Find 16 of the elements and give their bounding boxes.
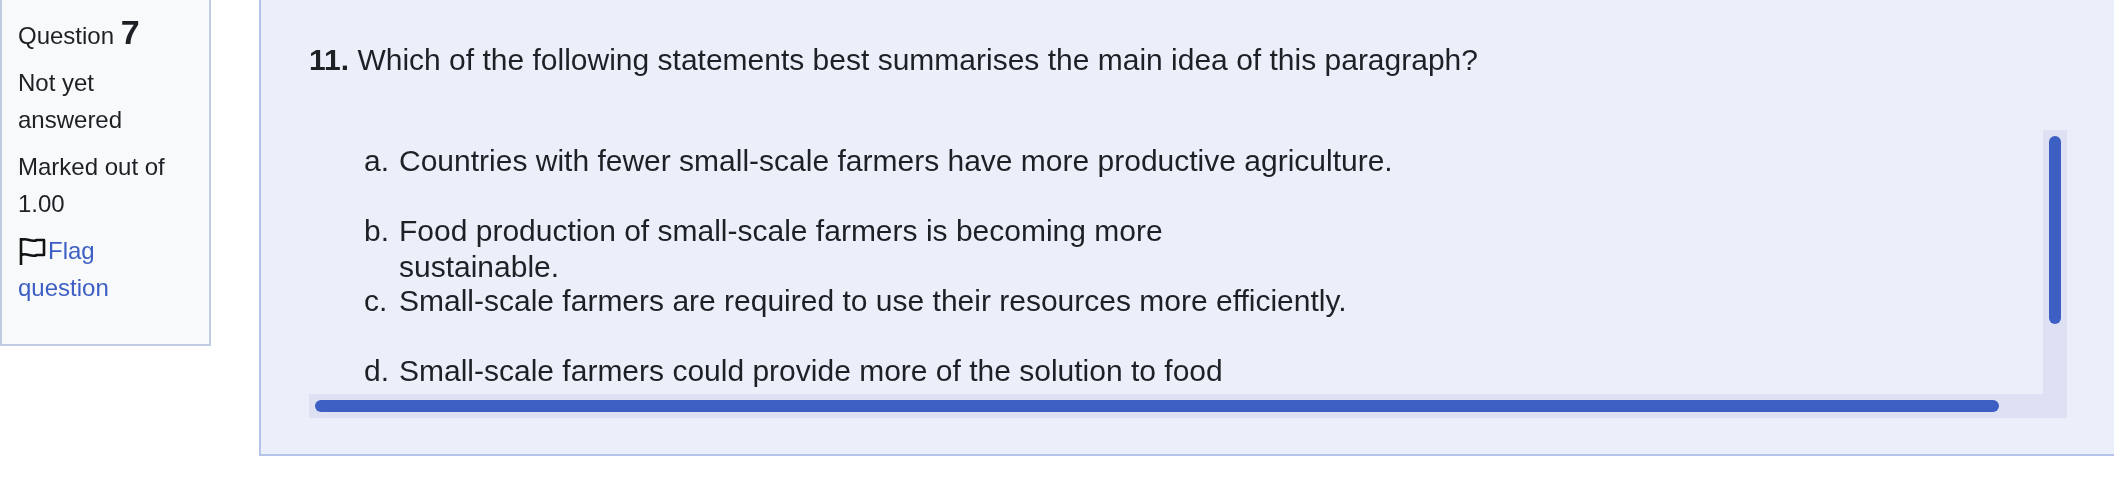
horizontal-scrollbar[interactable] xyxy=(309,394,2043,418)
status-text: Not yet answered xyxy=(18,68,124,135)
question-label: Question 7 xyxy=(18,14,141,53)
answer-option[interactable]: Small-scale farmers could provide more of the solution to food xyxy=(399,355,1223,387)
flag-icon[interactable] xyxy=(18,236,46,266)
option-letter: a. xyxy=(364,145,391,177)
question-text: 11. Which of the following statements best summarises the main idea of this paragraph? xyxy=(309,42,1479,78)
marks-text: Marked out of 1.00 xyxy=(18,152,166,219)
option-letter: c. xyxy=(364,285,389,317)
answer-option[interactable]: Food production of small-scale farmers is becoming more sustainable. xyxy=(399,213,1299,285)
flag-question-link[interactable]: Flag question xyxy=(18,232,148,306)
vertical-scrollbar[interactable] xyxy=(2043,130,2067,394)
answer-option[interactable]: Countries with fewer small-scale farmers have more productive agriculture. xyxy=(399,145,1393,177)
option-letter: b. xyxy=(364,215,391,247)
answer-option[interactable]: Small-scale farmers are required to use their resources more efficiently. xyxy=(399,285,1347,317)
option-letter: d. xyxy=(364,355,391,387)
